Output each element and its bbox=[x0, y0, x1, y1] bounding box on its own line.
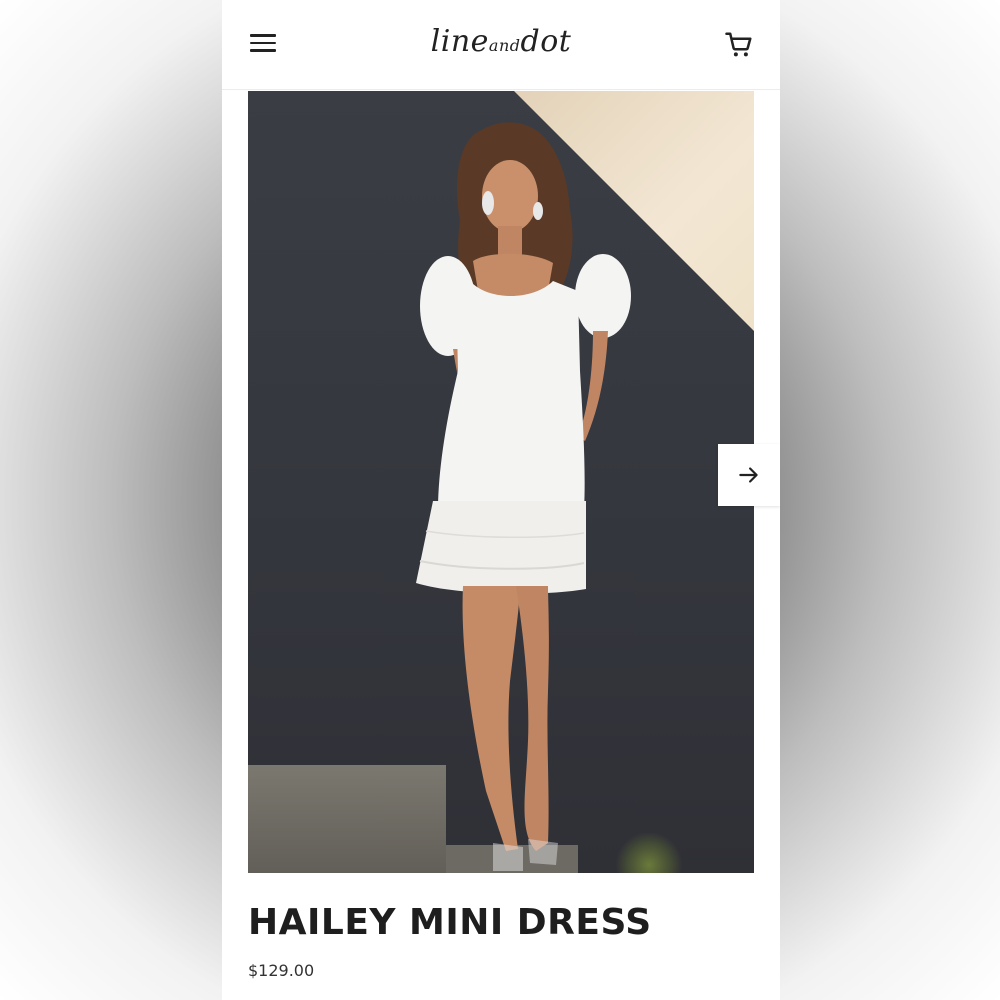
product-price: $129.00 bbox=[248, 961, 315, 980]
product-page: lineanddot HAILEY MINI DRESS $129.00 bbox=[222, 0, 780, 1000]
product-image[interactable] bbox=[248, 91, 754, 873]
logo-line: line bbox=[430, 24, 489, 59]
top-navigation-bar: lineanddot bbox=[222, 0, 780, 90]
arrow-right-icon bbox=[739, 467, 758, 483]
logo-and: and bbox=[488, 36, 521, 55]
shopping-cart-icon[interactable] bbox=[724, 30, 754, 60]
model-figure bbox=[416, 122, 631, 871]
brand-logo[interactable]: lineanddot bbox=[222, 24, 780, 59]
product-title: HAILEY MINI DRESS bbox=[248, 902, 652, 943]
next-image-button[interactable] bbox=[718, 444, 780, 506]
logo-dot: dot bbox=[520, 24, 572, 59]
